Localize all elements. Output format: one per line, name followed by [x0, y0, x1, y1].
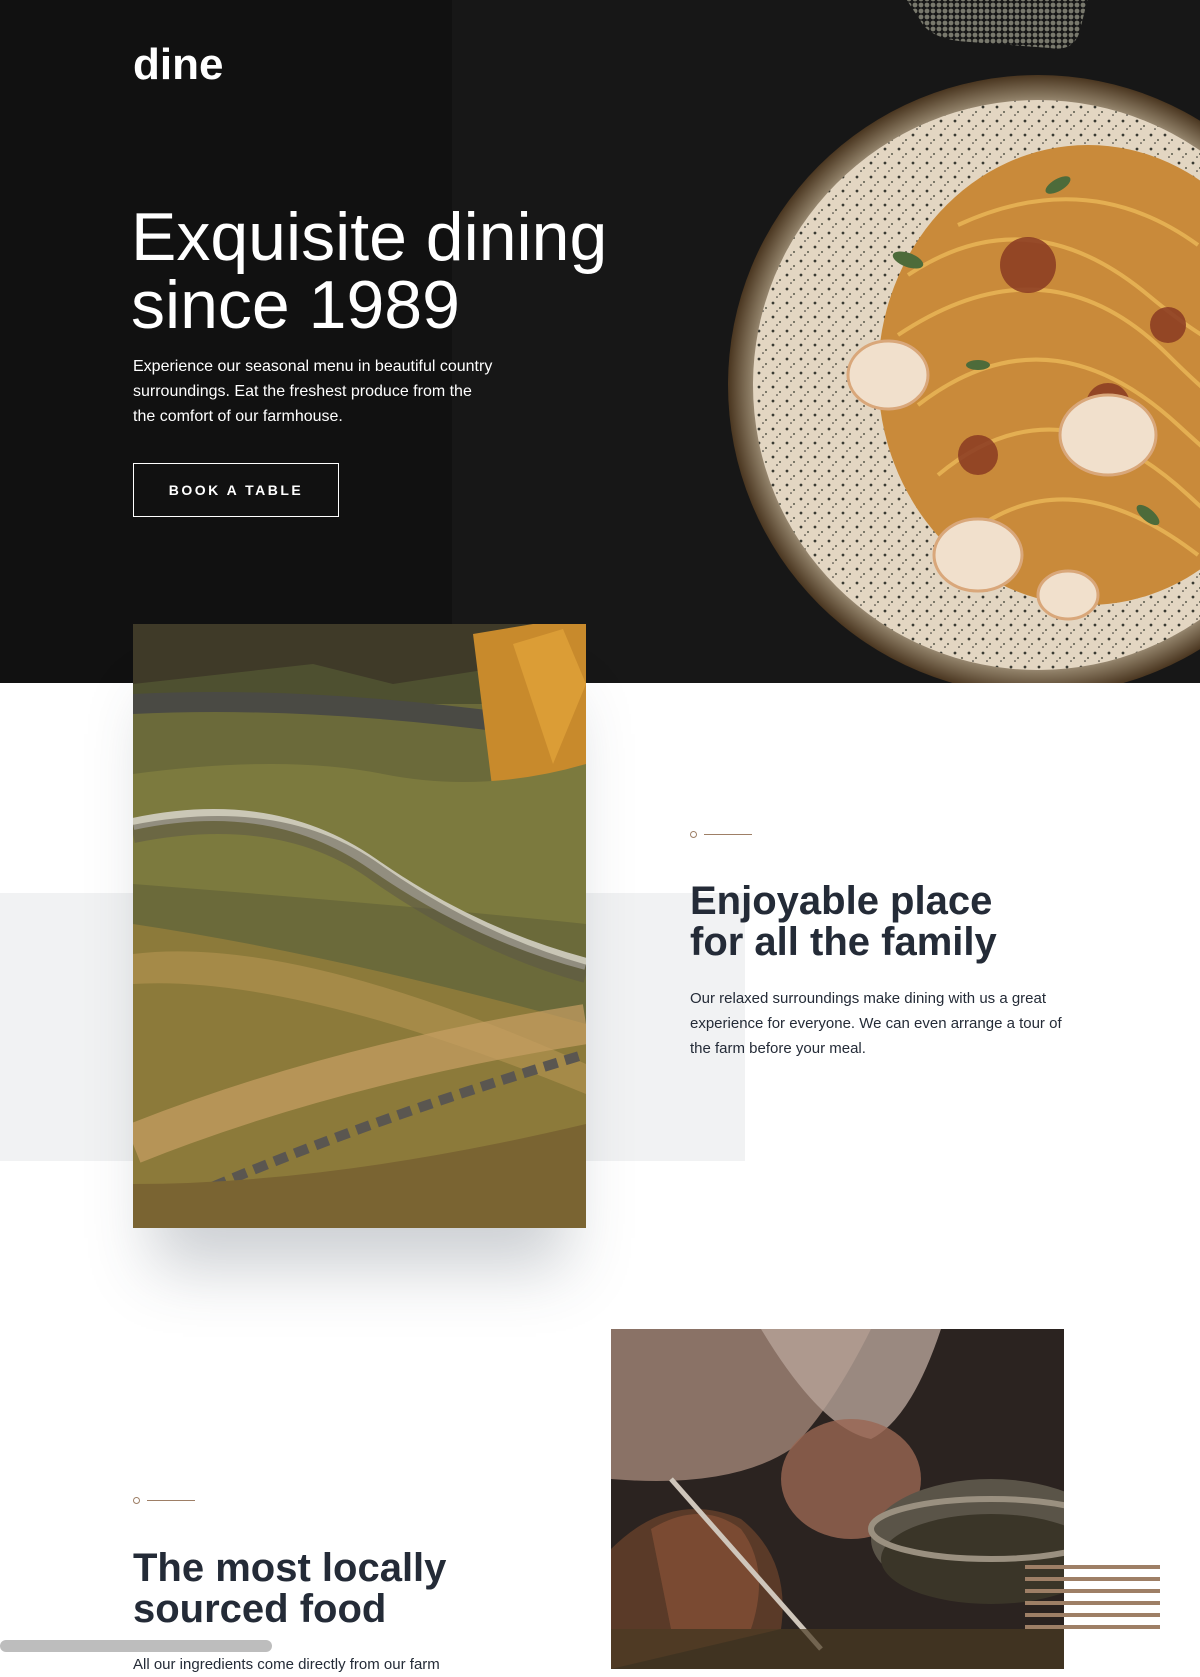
local-food-heading: The most locally sourced food [133, 1548, 553, 1630]
landscape-photo [133, 624, 586, 1228]
family-heading-line-1: Enjoyable place [690, 879, 993, 923]
accent-divider-2 [133, 1497, 195, 1504]
pasta-plate-image [728, 75, 1200, 683]
horizontal-scrollbar[interactable] [0, 1640, 272, 1652]
dot-pattern-decoration [906, 0, 1088, 49]
family-description: Our relaxed surroundings make dining wit… [690, 990, 1062, 1057]
accent-bar [147, 1500, 195, 1501]
hero-title-line-1: Exquisite dining [131, 199, 608, 275]
local-food-heading-line-1: The most locally [133, 1546, 447, 1590]
accent-bar [704, 834, 752, 835]
stripes-decoration [1025, 1565, 1160, 1629]
hero-title-line-2: since 1989 [131, 267, 460, 343]
family-heading: Enjoyable place for all the family [690, 881, 1110, 963]
hero-description: Experience our seasonal menu in beautifu… [133, 358, 493, 425]
accent-ring-icon [690, 831, 697, 838]
local-food-description: All our ingredients come directly from o… [133, 1656, 440, 1673]
logo[interactable]: dine [133, 40, 223, 90]
book-a-table-button[interactable]: BOOK A TABLE [133, 463, 339, 517]
local-food-heading-line-2: sourced food [133, 1587, 387, 1631]
hero-section: dine Exquisite dining since 1989 Experie… [0, 0, 1200, 683]
chef-cooking-photo [611, 1329, 1064, 1669]
accent-ring-icon [133, 1497, 140, 1504]
accent-divider [690, 831, 752, 838]
hero-title: Exquisite dining since 1989 [131, 203, 651, 339]
family-heading-line-2: for all the family [690, 920, 997, 964]
